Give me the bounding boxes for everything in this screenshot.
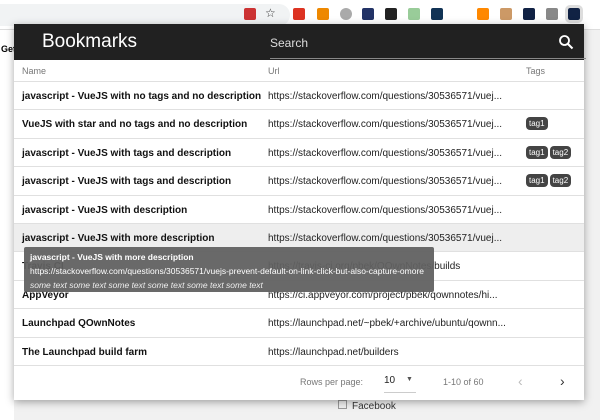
- table-header: Name Url Tags: [14, 60, 584, 82]
- search-input[interactable]: Search: [270, 36, 586, 59]
- bookmark-url[interactable]: https://stackoverflow.com/questions/3053…: [268, 205, 502, 216]
- extension-icon[interactable]: [523, 8, 535, 20]
- extension-icon[interactable]: [317, 8, 329, 20]
- bookmarks-extension-icon[interactable]: [565, 5, 583, 23]
- background-page: Get: [0, 30, 16, 420]
- bookmark-name: javascript - VueJS with description: [22, 204, 188, 216]
- tag-badge[interactable]: tag2: [549, 145, 572, 159]
- extension-icon[interactable]: [431, 8, 443, 20]
- extension-icon[interactable]: [293, 8, 305, 20]
- bookmark-name: VueJS with star and no tags and no descr…: [22, 119, 248, 131]
- page-range: 1-10 of 60: [443, 377, 484, 387]
- bookmark-tooltip: javascript - VueJS with more description…: [24, 247, 434, 292]
- bookmark-name: Launchpad QOwnNotes: [22, 318, 136, 330]
- bookmark-row[interactable]: The Launchpad build farm https://launchpa…: [14, 338, 584, 366]
- column-tags[interactable]: Tags: [526, 66, 545, 76]
- tag-badge[interactable]: tag1: [526, 145, 548, 159]
- bookmark-tags: tag1 tag2: [526, 174, 572, 188]
- next-page-icon[interactable]: ›: [560, 373, 565, 389]
- extension-icon[interactable]: [362, 8, 374, 20]
- extension-icon[interactable]: [477, 8, 489, 20]
- checkbox-label: Facebook: [352, 401, 396, 412]
- bookmark-row[interactable]: javascript - VueJS with description https…: [14, 196, 584, 224]
- bookmark-row[interactable]: VueJS with star and no tags and no descr…: [14, 110, 584, 139]
- bookmark-tags: tag1: [526, 117, 548, 131]
- facebook-checkbox[interactable]: Facebook: [338, 400, 396, 412]
- tooltip-title: javascript - VueJS with more description: [30, 252, 194, 262]
- popup-title: Bookmarks: [42, 31, 138, 52]
- bookmark-url[interactable]: https://stackoverflow.com/questions/3053…: [268, 176, 502, 187]
- bookmark-row[interactable]: javascript - VueJS with no tags and no d…: [14, 82, 584, 111]
- bookmark-name: javascript - VueJS with tags and descrip…: [22, 176, 232, 188]
- rows-per-page-value: 10: [384, 375, 396, 386]
- extension-icon[interactable]: [546, 8, 558, 20]
- bookmark-name: javascript - VueJS with no tags and no d…: [22, 91, 262, 102]
- tag-badge[interactable]: tag1: [526, 117, 548, 131]
- bookmark-url[interactable]: https://stackoverflow.com/questions/3053…: [268, 233, 502, 244]
- column-name[interactable]: Name: [22, 66, 46, 76]
- search-icon[interactable]: [558, 34, 574, 50]
- bookmark-url[interactable]: https://stackoverflow.com/questions/3053…: [268, 119, 502, 130]
- rows-per-page-label: Rows per page:: [300, 377, 364, 387]
- bookmark-row[interactable]: javascript - VueJS with tags and descrip…: [14, 139, 584, 168]
- bookmark-name: javascript - VueJS with tags and descrip…: [22, 147, 232, 159]
- dropdown-arrow-icon: ▼: [406, 376, 413, 383]
- bookmark-row[interactable]: Launchpad QOwnNotes https://launchpad.net…: [14, 309, 584, 338]
- star-icon[interactable]: ☆: [265, 6, 277, 20]
- bookmarks-popup: Bookmarks Search Name Url Tags javascrip…: [14, 24, 586, 400]
- bookmark-tags: tag1 tag2: [526, 145, 572, 159]
- column-url[interactable]: Url: [268, 66, 280, 76]
- bookmark-name: The Launchpad build farm: [22, 346, 148, 358]
- bookmark-name: javascript - VueJS with more description: [22, 232, 215, 244]
- tooltip-url: https://stackoverflow.com/questions/3053…: [30, 266, 425, 276]
- tag-badge[interactable]: tag2: [549, 174, 572, 188]
- bookmark-url[interactable]: https://stackoverflow.com/questions/3053…: [268, 148, 502, 159]
- tooltip-description: some text some text some text some text …: [30, 280, 263, 290]
- popup-header: Bookmarks Search: [14, 24, 586, 60]
- rows-per-page-select[interactable]: 10 ▼: [384, 375, 416, 393]
- bookmark-url[interactable]: https://launchpad.net/~pbek/+archive/ubu…: [268, 318, 506, 329]
- extension-icon[interactable]: [408, 8, 420, 20]
- prev-page-icon[interactable]: ‹: [518, 373, 523, 389]
- extension-icon[interactable]: [340, 8, 352, 20]
- extension-icon[interactable]: [385, 8, 397, 20]
- bookmark-row[interactable]: javascript - VueJS with tags and descrip…: [14, 167, 584, 196]
- tag-badge[interactable]: tag1: [526, 174, 548, 188]
- bookmark-url[interactable]: https://launchpad.net/builders: [268, 347, 399, 358]
- bookmark-list: javascript - VueJS with no tags and no d…: [14, 82, 584, 366]
- extension-icon[interactable]: [500, 8, 512, 20]
- pagination: Rows per page: 10 ▼ 1-10 of 60 ‹ ›: [14, 364, 584, 400]
- shield-icon[interactable]: [244, 8, 256, 20]
- bookmark-url[interactable]: https://stackoverflow.com/questions/3053…: [268, 91, 502, 102]
